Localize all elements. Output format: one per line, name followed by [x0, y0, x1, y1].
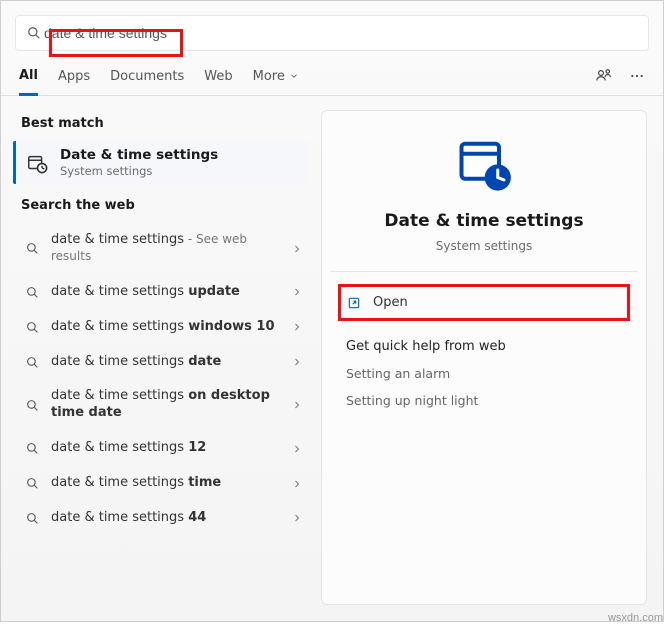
best-match-header: Best match	[21, 116, 307, 131]
search-icon	[23, 477, 41, 490]
search-input[interactable]	[44, 25, 640, 41]
web-result-label: date & time settings windows 10	[51, 319, 281, 336]
preview-pane: Date & time settings System settings Ope…	[321, 110, 647, 605]
chevron-right-icon	[291, 478, 303, 490]
open-action[interactable]: Open	[338, 284, 630, 321]
tab-web[interactable]: Web	[204, 69, 232, 94]
search-icon	[23, 399, 41, 412]
best-match-title: Date & time settings	[60, 147, 218, 163]
chevron-right-icon	[291, 243, 303, 255]
web-result-label: date & time settings update	[51, 284, 281, 301]
web-result-label: date & time settings 44	[51, 510, 281, 527]
filter-tabs: All Apps Documents Web More	[1, 51, 663, 96]
best-match-result[interactable]: Date & time settings System settings	[13, 141, 307, 184]
web-result-row[interactable]: date & time settings on desktop time dat…	[19, 379, 307, 431]
preview-subtitle: System settings	[436, 239, 532, 253]
chevron-right-icon	[291, 512, 303, 524]
search-bar[interactable]	[15, 15, 649, 51]
search-icon	[23, 286, 41, 299]
web-result-label: date & time settings on desktop time dat…	[51, 388, 281, 422]
search-icon	[23, 442, 41, 455]
web-result-label: date & time settings time	[51, 475, 281, 492]
help-from-web-header: Get quick help from web	[336, 327, 632, 360]
more-options-icon[interactable]	[629, 68, 645, 84]
web-result-row[interactable]: date & time settings - See web results	[19, 223, 307, 275]
calendar-clock-hero-icon	[454, 135, 514, 195]
preview-title: Date & time settings	[384, 211, 583, 231]
results-column: Best match Date & time settings System s…	[1, 96, 319, 621]
web-result-row[interactable]: date & time settings update	[19, 275, 307, 310]
watermark: wsxdn.com	[608, 612, 663, 624]
chevron-right-icon	[291, 399, 303, 411]
search-icon	[24, 26, 44, 40]
web-result-row[interactable]: date & time settings windows 10	[19, 310, 307, 345]
open-label: Open	[373, 295, 408, 310]
help-link[interactable]: Setting an alarm	[336, 360, 632, 387]
search-icon	[23, 512, 41, 525]
chevron-down-icon	[289, 71, 299, 81]
tab-apps[interactable]: Apps	[58, 69, 90, 94]
calendar-clock-icon	[26, 152, 48, 174]
chevron-right-icon	[291, 321, 303, 333]
open-external-icon	[347, 296, 363, 310]
tab-more-label: More	[253, 69, 285, 84]
web-result-row[interactable]: date & time settings time	[19, 466, 307, 501]
web-result-row[interactable]: date & time settings 12	[19, 431, 307, 466]
best-match-subtitle: System settings	[60, 164, 218, 178]
chevron-right-icon	[291, 443, 303, 455]
chevron-right-icon	[291, 356, 303, 368]
web-result-label: date & time settings - See web results	[51, 232, 281, 266]
web-result-row[interactable]: date & time settings 44	[19, 501, 307, 536]
chevron-right-icon	[291, 286, 303, 298]
web-result-row[interactable]: date & time settings date	[19, 345, 307, 380]
tab-more[interactable]: More	[253, 69, 299, 94]
search-icon	[23, 321, 41, 334]
help-link[interactable]: Setting up night light	[336, 387, 632, 414]
search-icon	[23, 356, 41, 369]
web-results-header: Search the web	[21, 198, 307, 213]
web-result-label: date & time settings 12	[51, 440, 281, 457]
tab-all[interactable]: All	[19, 68, 38, 96]
search-icon	[23, 242, 41, 255]
tab-documents[interactable]: Documents	[110, 69, 184, 94]
account-sync-icon[interactable]	[595, 67, 613, 85]
web-result-label: date & time settings date	[51, 354, 281, 371]
